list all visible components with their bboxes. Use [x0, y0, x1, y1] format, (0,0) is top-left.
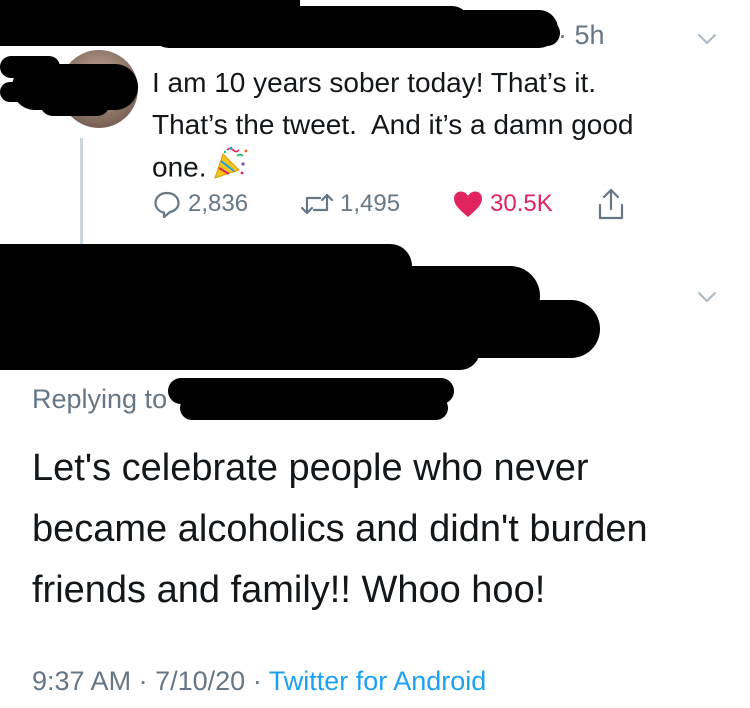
chevron-down-icon[interactable] — [697, 29, 717, 49]
reply-tweet-text: Let's celebrate people who never became … — [32, 447, 648, 611]
retweet-button[interactable]: 1,495 — [300, 184, 400, 224]
source-link[interactable]: Twitter for Android — [269, 666, 487, 696]
share-icon — [598, 188, 624, 220]
chevron-down-icon[interactable] — [697, 287, 717, 307]
timestamp-value: 5h — [574, 20, 605, 50]
tweet-timestamp[interactable]: · 5h — [558, 20, 605, 51]
reply-date: 7/10/20 — [155, 666, 246, 696]
like-button[interactable]: 30.5K — [452, 184, 553, 224]
like-count: 30.5K — [490, 190, 553, 217]
reply-button[interactable]: 2,836 — [152, 184, 248, 224]
retweet-count: 1,495 — [340, 190, 401, 217]
replying-to-label: Replying to — [32, 384, 168, 414]
tweet-text: I am 10 years sober today! That’s it. Th… — [152, 62, 722, 192]
replying-to: Replying to — [32, 384, 167, 415]
reply-tweet-meta: 9:37 AM · 7/10/20 · Twitter for Android — [32, 666, 486, 697]
reply-icon — [154, 191, 180, 219]
share-button[interactable] — [596, 184, 626, 224]
meta-separator: · — [252, 666, 262, 696]
thread-line — [80, 138, 83, 246]
reply-count: 2,836 — [188, 190, 249, 217]
reply-time: 9:37 AM — [32, 666, 132, 696]
meta-separator: · — [138, 666, 148, 696]
retweet-icon — [300, 193, 334, 215]
tweet-actions: 2,836 1,495 30.5K — [152, 184, 652, 224]
heart-filled-icon — [454, 191, 482, 217]
